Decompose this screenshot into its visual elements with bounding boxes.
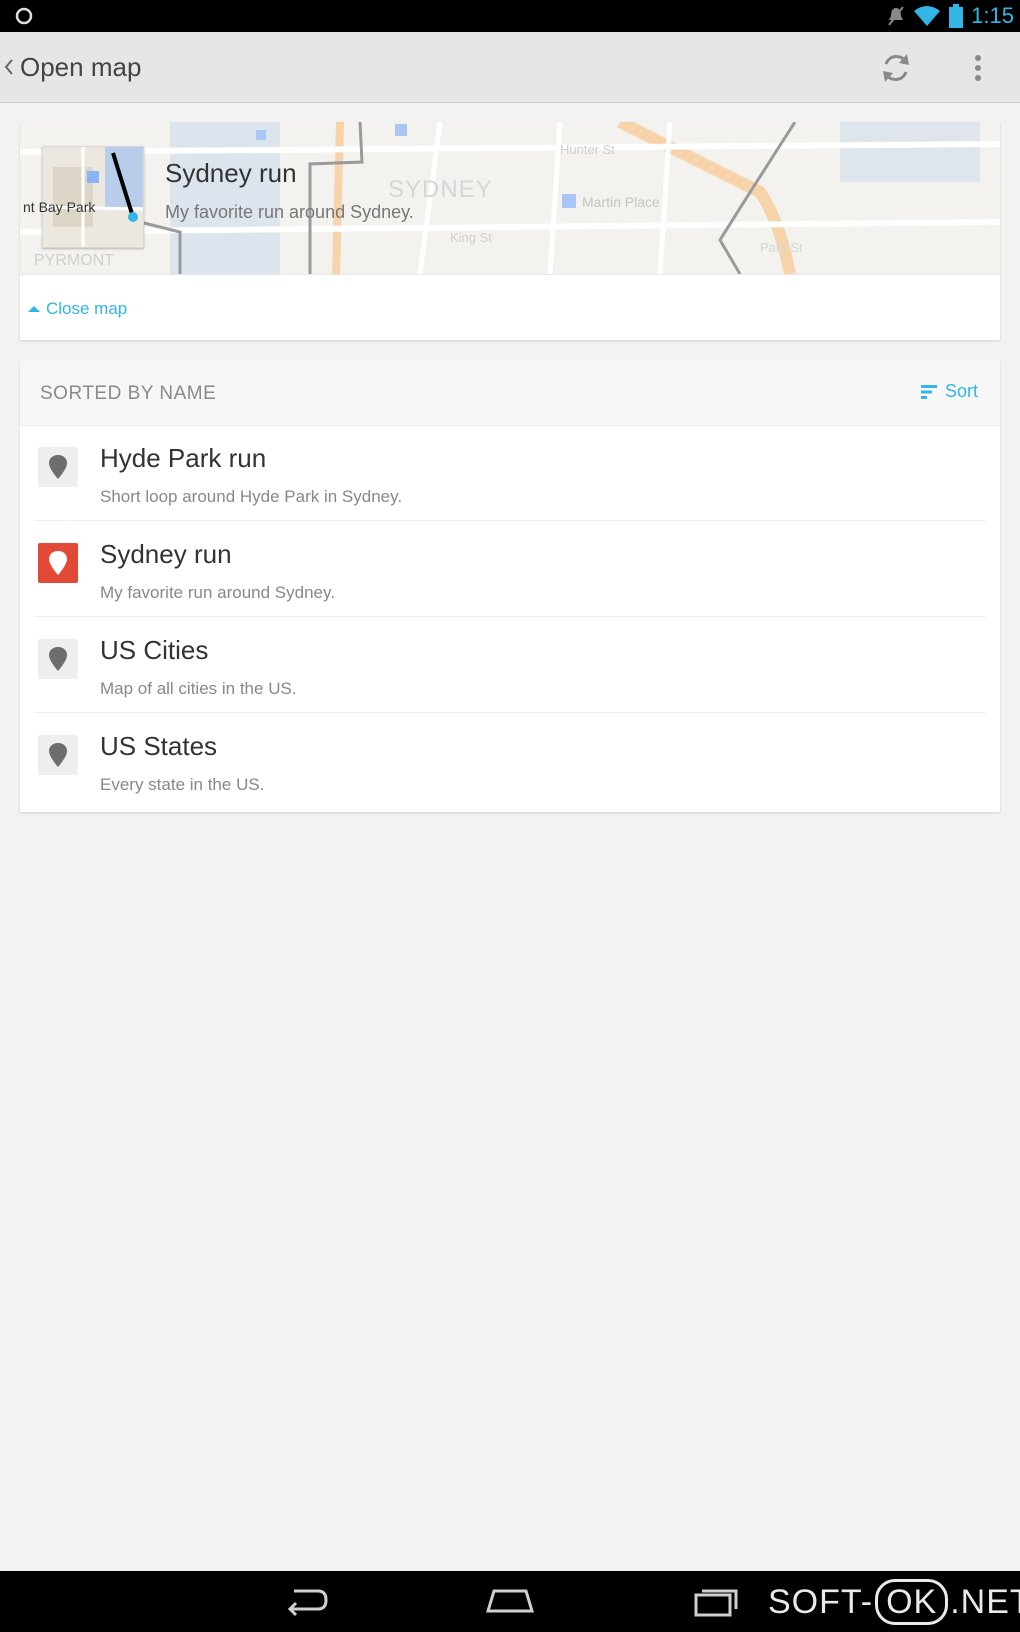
sort-order-label: SORTED BY NAME [40,383,217,404]
map-label-hunter-st: Hunter St [560,142,615,157]
clock: 1:15 [971,3,1014,28]
watermark: SOFT- OK .NET [768,1576,1020,1628]
map-label-king-st: King St [450,230,492,245]
list-item-title: Hyde Park run [100,443,267,473]
map-label-park-st: Park St [760,240,803,255]
maps-list-card: SORTED BY NAME Sort Hyde Park run Short … [20,361,1000,812]
list-item-description: Map of all cities in the US. [100,679,297,698]
list-item[interactable]: US States Every state in the US. [20,713,1000,809]
list-item[interactable]: Hyde Park run Short loop around Hyde Par… [20,425,1000,521]
sort-icon [920,384,937,399]
action-bar: Open map [0,32,1020,103]
map-label-sydney: SYDNEY [388,176,493,203]
list-item-title: US States [100,731,218,761]
recents-icon[interactable] [692,1583,742,1619]
list-item-description: Short loop around Hyde Park in Sydney. [100,487,403,506]
page-title: Open map [20,51,142,82]
collapse-arrow-icon [28,306,40,312]
map-view[interactable]: SYDNEY PYRMONT Hunter St Martin Place Ki… [20,122,1000,274]
map-description: My favorite run around Sydney. [165,202,414,222]
overflow-menu-icon[interactable] [968,50,988,86]
up-navigation[interactable]: Open map [4,52,141,82]
map-pin-icon [38,543,78,583]
back-icon[interactable] [280,1583,330,1619]
close-map-button[interactable]: Close map [28,299,127,319]
map-pin-icon [38,639,78,679]
notification-off-icon [888,6,904,26]
map-thumbnail: nt Bay Park [23,146,144,248]
watermark-part-2: OK [875,1579,949,1625]
map-pin-icon [38,447,78,487]
home-icon[interactable] [484,1583,536,1619]
map-pin-icon [38,735,78,775]
list-item-title: US Cities [100,635,209,665]
status-bar: 1:15 [0,0,1020,32]
map-card-footer: Close map [20,274,1000,341]
list-header: SORTED BY NAME Sort [20,361,1000,426]
list-item[interactable]: US Cities Map of all cities in the US. [20,617,1000,713]
sort-button-label: Sort [944,381,978,401]
wifi-icon [914,6,941,26]
list-item-description: My favorite run around Sydney. [100,583,335,602]
list-item-title: Sydney run [100,539,232,569]
android-icon [15,7,33,25]
close-map-label: Close map [46,299,128,318]
map-label-martin-place: Martin Place [582,194,660,210]
map-title: Sydney run [165,158,297,188]
map-card: SYDNEY PYRMONT Hunter St Martin Place Ki… [20,122,1000,340]
battery-icon [949,4,964,28]
map-label-pyrmont: PYRMONT [34,252,114,269]
chevron-left-icon [4,59,13,75]
watermark-part-3: .NET [950,1582,1020,1621]
refresh-icon[interactable] [878,50,914,86]
list-item-selected[interactable]: Sydney run My favorite run around Sydney… [20,521,1000,617]
map-label-bay-park: nt Bay Park [23,199,96,215]
sort-button[interactable]: Sort [920,381,978,402]
watermark-part-1: SOFT- [768,1582,874,1621]
list-item-description: Every state in the US. [100,775,265,794]
